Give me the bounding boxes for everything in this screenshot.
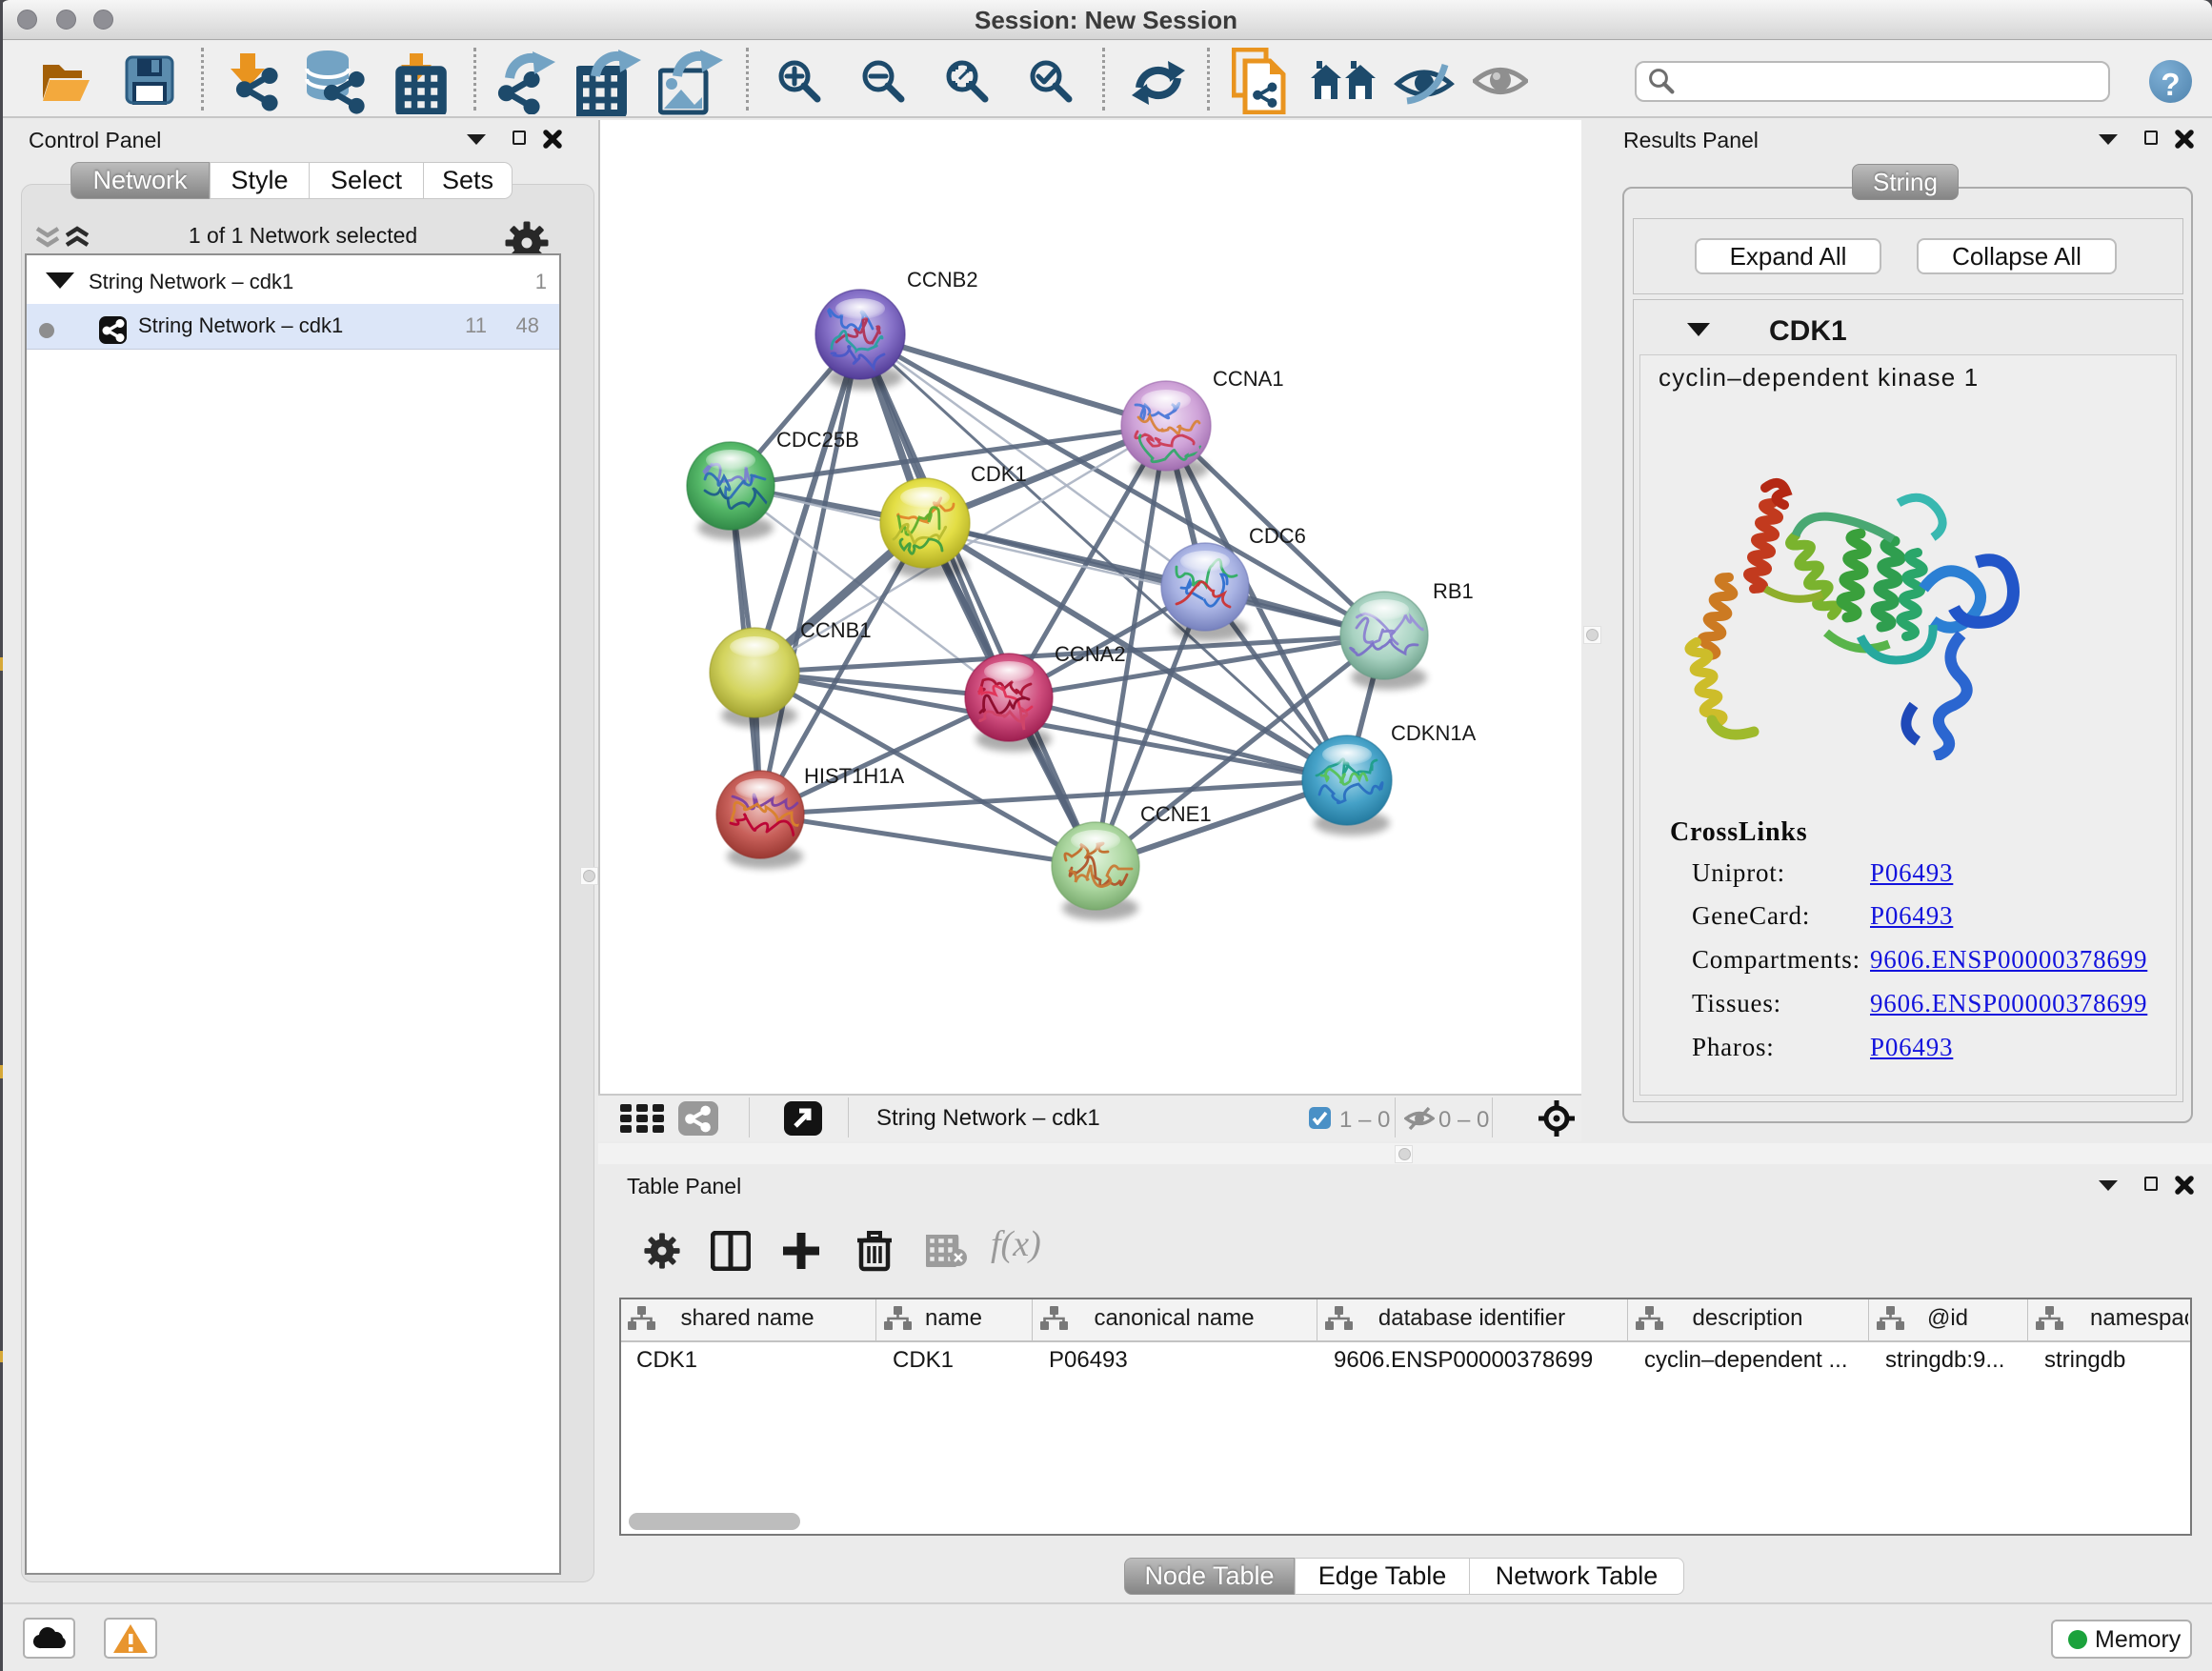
svg-text:CDC6: CDC6 xyxy=(1249,524,1306,548)
svg-text:CCNA2: CCNA2 xyxy=(1055,642,1126,666)
svg-text:CDKN1A: CDKN1A xyxy=(1391,721,1477,745)
svg-text:CCNA1: CCNA1 xyxy=(1213,367,1284,391)
svg-text:CDK1: CDK1 xyxy=(971,462,1027,486)
svg-text:CCNB2: CCNB2 xyxy=(907,268,978,292)
svg-text:HIST1H1A: HIST1H1A xyxy=(804,764,904,788)
svg-text:RB1: RB1 xyxy=(1433,579,1474,603)
svg-text:CDC25B: CDC25B xyxy=(776,428,859,452)
svg-text:CCNB1: CCNB1 xyxy=(800,618,872,642)
svg-text:CCNE1: CCNE1 xyxy=(1140,802,1212,826)
